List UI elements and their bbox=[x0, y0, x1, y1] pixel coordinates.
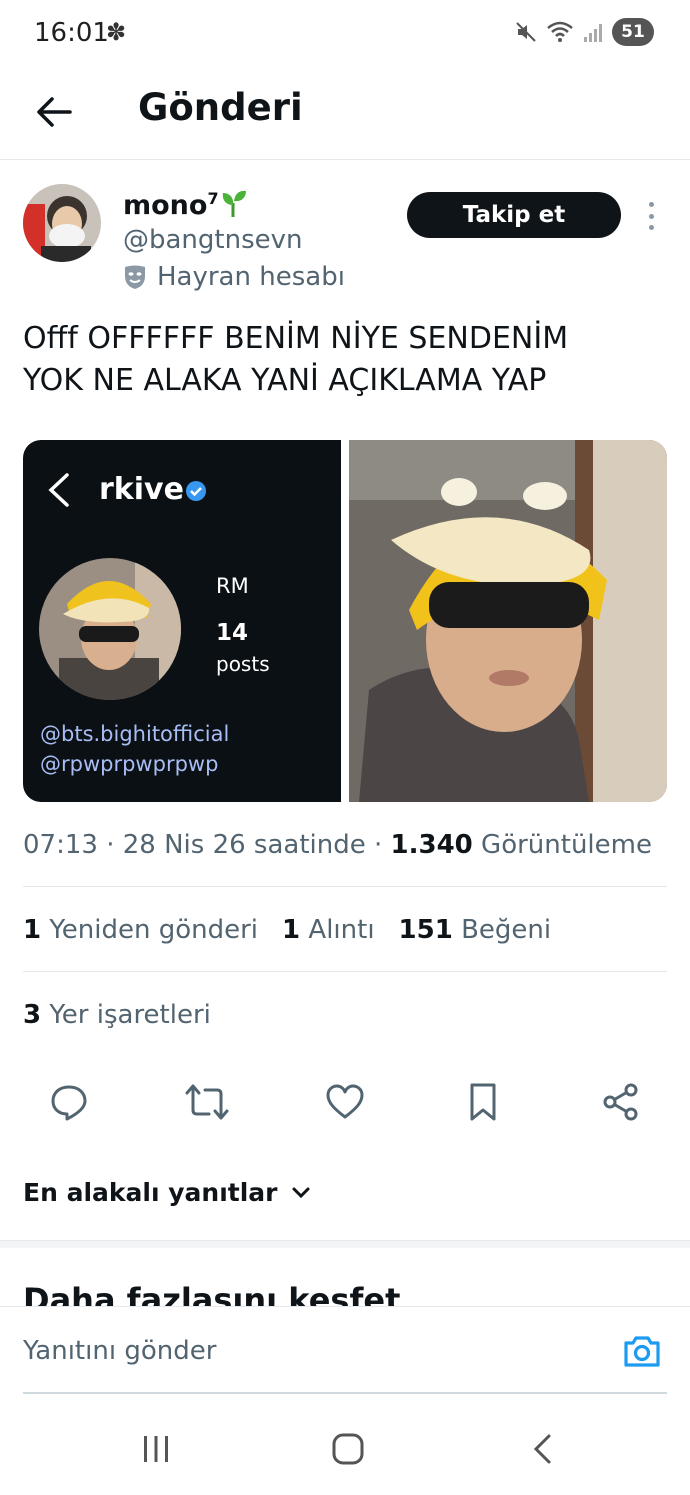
back-button[interactable] bbox=[30, 88, 78, 136]
share-icon bbox=[603, 1083, 638, 1121]
sprout-icon bbox=[222, 190, 246, 217]
bookmarks-count: 3 bbox=[23, 1000, 42, 1030]
chevron-left-icon bbox=[48, 473, 69, 507]
reply-underline bbox=[23, 1392, 667, 1394]
divider bbox=[23, 886, 667, 887]
chevron-down-icon bbox=[292, 1187, 310, 1198]
mute-icon bbox=[516, 22, 536, 42]
system-back-button[interactable] bbox=[518, 1425, 566, 1473]
author-name-text: mono bbox=[123, 190, 208, 221]
engagement-stats: 1 Yeniden gönderi 1 Alıntı 151 Beğeni bbox=[23, 915, 551, 945]
profile-posts-count: 14 bbox=[216, 620, 249, 646]
recents-icon bbox=[144, 1436, 168, 1462]
bookmark-button[interactable] bbox=[461, 1080, 505, 1124]
post-meta: 07:13 · 28 Nis 26 saatinde · 1.340 Görün… bbox=[23, 830, 652, 860]
wifi-icon bbox=[547, 21, 573, 42]
battery-indicator: 51 bbox=[612, 18, 654, 46]
reposts-label: Yeniden gönderi bbox=[49, 915, 259, 945]
photo-person-in-hat bbox=[349, 440, 667, 802]
comment-icon bbox=[51, 1085, 87, 1121]
home-button[interactable] bbox=[324, 1425, 372, 1473]
repost-icon bbox=[185, 1084, 229, 1120]
more-options-button[interactable] bbox=[636, 198, 666, 234]
quotes-stat[interactable]: 1 Alıntı bbox=[282, 915, 375, 945]
reply-button[interactable] bbox=[47, 1080, 91, 1124]
bookmarks-label: Yer işaretleri bbox=[49, 1000, 211, 1030]
camera-button[interactable] bbox=[622, 1333, 662, 1374]
explore-title: Daha fazlasını keşfet bbox=[23, 1281, 401, 1306]
page-title: Gönderi bbox=[138, 86, 303, 129]
reply-composer bbox=[0, 1306, 690, 1394]
profile-link-2: @rpwprpwprpwp bbox=[40, 752, 219, 776]
bookmarks-stat[interactable]: 3 Yer işaretleri bbox=[23, 1000, 211, 1030]
recent-apps-button[interactable] bbox=[132, 1425, 180, 1473]
status-time: 16:01 bbox=[34, 18, 109, 48]
flower-icon: ✽ bbox=[106, 19, 127, 46]
media-image-2[interactable] bbox=[349, 440, 667, 802]
arrow-left-icon bbox=[37, 97, 72, 127]
signal-icon bbox=[584, 24, 602, 42]
follow-button[interactable]: Takip et bbox=[407, 192, 621, 238]
quotes-count: 1 bbox=[282, 915, 301, 945]
like-button[interactable] bbox=[323, 1080, 367, 1124]
section-divider bbox=[0, 1240, 690, 1248]
replies-sort-label: En alakalı yanıtlar bbox=[23, 1178, 278, 1207]
post-text: Offf OFFFFFF BENİM NİYE SENDENİM YOK NE … bbox=[23, 321, 569, 398]
reposts-count: 1 bbox=[23, 915, 42, 945]
likes-count: 151 bbox=[398, 915, 453, 945]
quotes-label: Alıntı bbox=[308, 915, 375, 945]
system-navbar bbox=[0, 1395, 690, 1495]
repost-button[interactable] bbox=[185, 1080, 229, 1124]
likes-label: Beğeni bbox=[461, 915, 552, 945]
views-label: Görüntüleme bbox=[481, 830, 652, 860]
verified-badge-icon bbox=[186, 481, 206, 501]
author-name-superscript: 7 bbox=[207, 189, 219, 208]
replies-sort-dropdown[interactable]: En alakalı yanıtlar bbox=[23, 1178, 311, 1207]
profile-stat-name: RM bbox=[216, 574, 249, 598]
likes-stat[interactable]: 151 Beğeni bbox=[399, 915, 552, 945]
post-time: 07:13 bbox=[23, 830, 98, 860]
reposts-stat[interactable]: 1 Yeniden gönderi bbox=[23, 915, 258, 945]
author-handle[interactable]: @bangtnsevn bbox=[123, 225, 303, 255]
profile-avatar bbox=[39, 558, 181, 700]
status-icons: 51 bbox=[514, 16, 654, 48]
explore-section: Daha fazlasını keşfet bbox=[0, 1248, 690, 1306]
profile-name: rkive bbox=[99, 472, 184, 507]
camera-icon bbox=[624, 1336, 660, 1367]
status-bar: 16:01 ✽ 51 bbox=[0, 0, 690, 64]
post-date: 28 Nis 26 saatinde bbox=[122, 830, 366, 860]
bookmark-icon bbox=[470, 1083, 496, 1121]
heart-icon bbox=[326, 1084, 364, 1119]
dot-icon bbox=[648, 202, 654, 207]
dot-icon bbox=[648, 225, 654, 230]
divider bbox=[23, 971, 667, 972]
top-bar: Gönderi bbox=[0, 64, 690, 160]
fan-label-text: Hayran hesabı bbox=[157, 262, 345, 292]
reply-input[interactable] bbox=[23, 1329, 603, 1373]
fan-account-label: Hayran hesabı bbox=[123, 262, 345, 292]
views-count: 1.340 bbox=[390, 830, 473, 860]
theater-mask-icon bbox=[125, 265, 145, 289]
home-icon bbox=[332, 1433, 364, 1465]
author-display-name[interactable]: mono7 bbox=[123, 189, 247, 221]
chevron-left-icon bbox=[533, 1434, 551, 1464]
avatar-image bbox=[23, 184, 101, 262]
share-button[interactable] bbox=[599, 1080, 643, 1124]
dot-icon bbox=[648, 213, 654, 219]
profile-link-1: @bts.bighitofficial bbox=[40, 722, 230, 746]
media-image-1[interactable]: rkive RM 14 posts @bts.bighitofficial @r… bbox=[23, 440, 341, 802]
profile-posts-label: posts bbox=[216, 652, 270, 676]
author-avatar[interactable] bbox=[23, 184, 101, 262]
